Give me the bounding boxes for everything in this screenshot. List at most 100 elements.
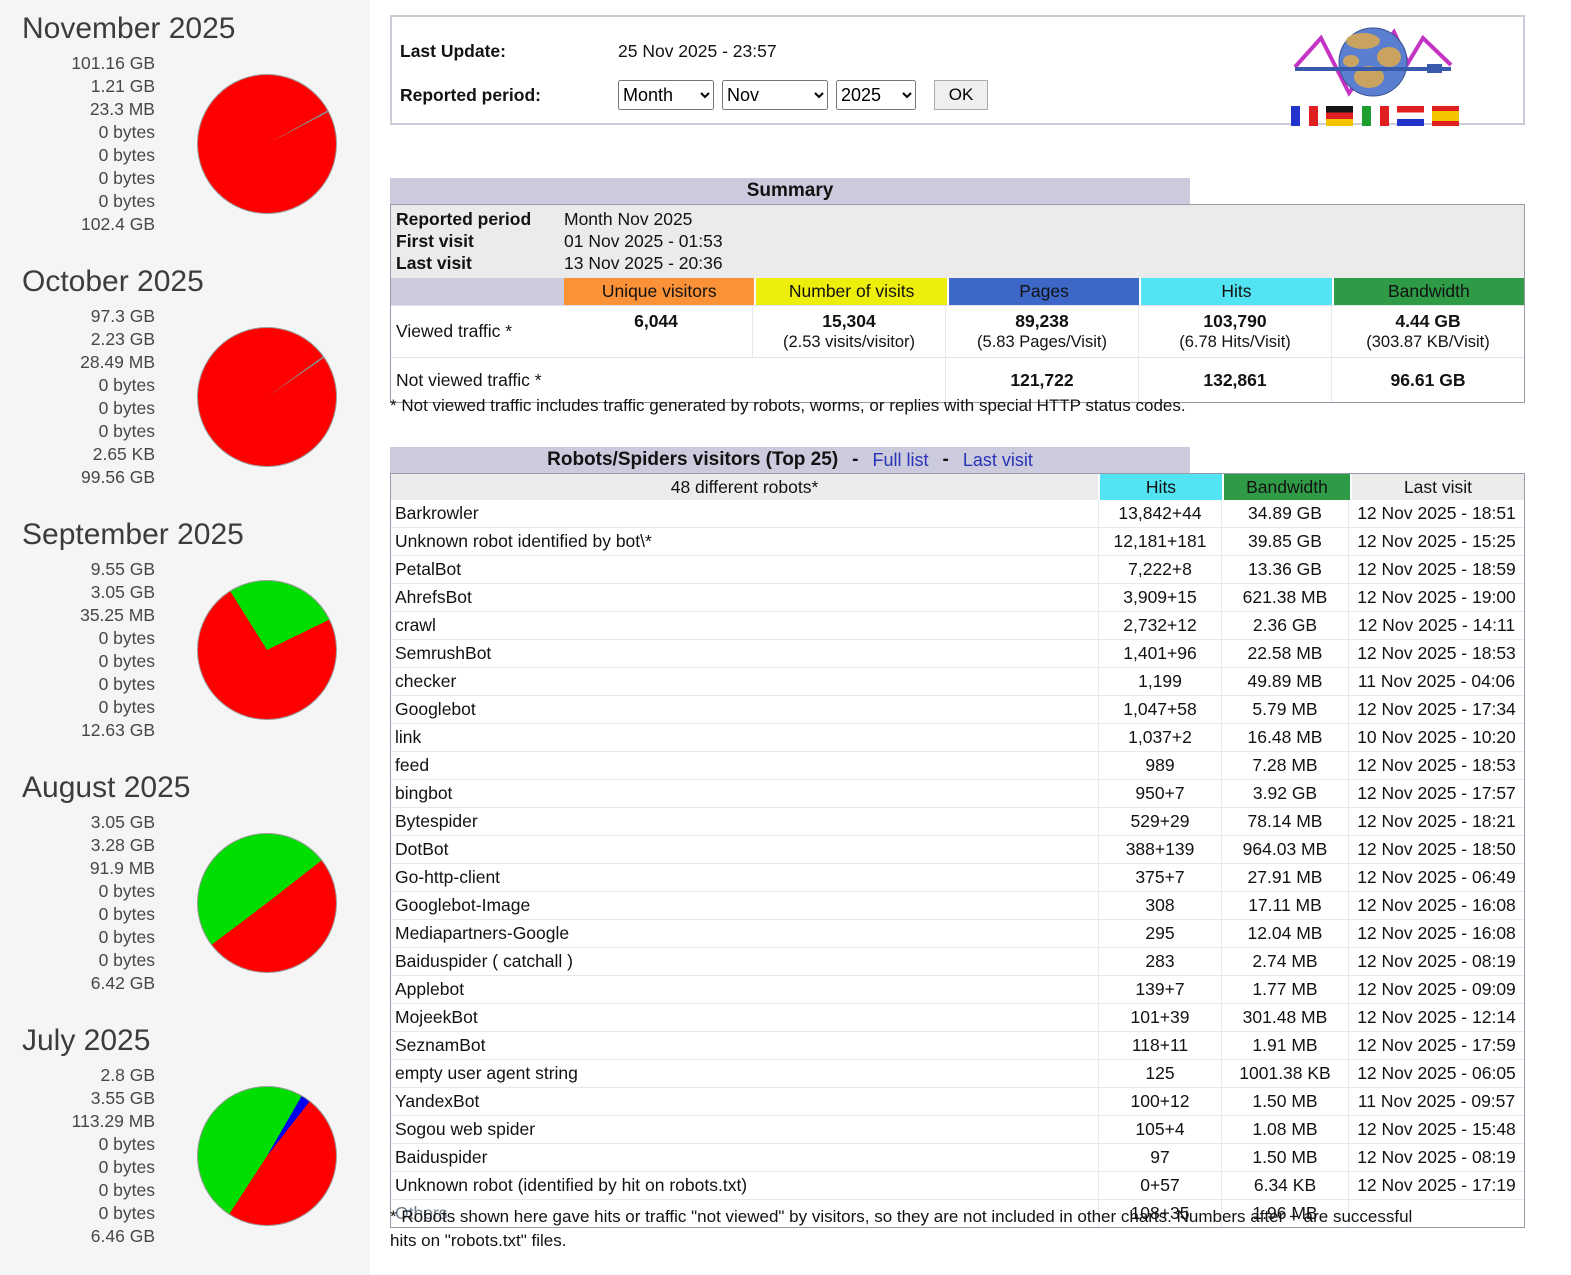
- robot-bandwidth: 17.11 MB: [1221, 892, 1348, 919]
- flag-spain-icon[interactable]: [1432, 106, 1459, 126]
- robot-row: Googlebot 1,047+58 5.79 MB 12 Nov 2025 -…: [391, 695, 1524, 723]
- ok-button[interactable]: OK: [934, 80, 988, 110]
- robot-row: YandexBot 100+12 1.50 MB 11 Nov 2025 - 0…: [391, 1087, 1524, 1115]
- robot-last-visit: 12 Nov 2025 - 15:25: [1348, 528, 1524, 555]
- robot-name: empty user agent string: [391, 1060, 1098, 1087]
- summary-column-header: Bandwidth: [1334, 278, 1524, 305]
- robot-last-visit: 11 Nov 2025 - 09:57: [1348, 1088, 1524, 1115]
- month-title: November 2025: [22, 12, 370, 46]
- robot-bandwidth: 1.08 MB: [1221, 1116, 1348, 1143]
- robots-title: Robots/Spiders visitors (Top 25): [547, 449, 838, 471]
- robot-bandwidth: 2.74 MB: [1221, 948, 1348, 975]
- period-year-select[interactable]: 2025: [836, 80, 916, 110]
- robot-name: feed: [391, 752, 1098, 779]
- robot-row: Baiduspider ( catchall ) 283 2.74 MB 12 …: [391, 947, 1524, 975]
- robot-bandwidth: 16.48 MB: [1221, 724, 1348, 751]
- month-values: 97.3 GB2.23 GB28.49 MB0 bytes0 bytes0 by…: [0, 305, 155, 489]
- month-title: August 2025: [22, 771, 370, 805]
- summary-reported-period-value: Month Nov 2025: [564, 208, 692, 230]
- robot-last-visit: 12 Nov 2025 - 17:59: [1348, 1032, 1524, 1059]
- robot-bandwidth: 49.89 MB: [1221, 668, 1348, 695]
- robot-bandwidth: 12.04 MB: [1221, 920, 1348, 947]
- month-value: 101.16 GB: [0, 52, 155, 75]
- month-value: 6.46 GB: [0, 1225, 155, 1248]
- robot-hits: 529+29: [1098, 808, 1221, 835]
- month-value: 6.42 GB: [0, 972, 155, 995]
- month-value: 3.55 GB: [0, 1087, 155, 1110]
- period-type-select[interactable]: Month: [618, 80, 714, 110]
- robot-bandwidth: 39.85 GB: [1221, 528, 1348, 555]
- robot-name: DotBot: [391, 836, 1098, 863]
- summary-table: Reported period Month Nov 2025 First vis…: [390, 204, 1525, 403]
- month-value: 113.29 MB: [0, 1110, 155, 1133]
- month-value: 0 bytes: [0, 903, 155, 926]
- robot-row: checker 1,199 49.89 MB 11 Nov 2025 - 04:…: [391, 667, 1524, 695]
- month-value: 0 bytes: [0, 190, 155, 213]
- month-values: 101.16 GB1.21 GB23.3 MB0 bytes0 bytes0 b…: [0, 52, 155, 236]
- robot-hits: 295: [1098, 920, 1221, 947]
- robot-bandwidth: 1.91 MB: [1221, 1032, 1348, 1059]
- robot-hits: 283: [1098, 948, 1221, 975]
- month-block: September 2025 9.55 GB3.05 GB35.25 MB0 b…: [0, 506, 370, 759]
- robot-name: Googlebot-Image: [391, 892, 1098, 919]
- month-title: October 2025: [22, 265, 370, 299]
- robot-row: feed 989 7.28 MB 12 Nov 2025 - 18:53: [391, 751, 1524, 779]
- month-values: 2.8 GB3.55 GB113.29 MB0 bytes0 bytes0 by…: [0, 1064, 155, 1248]
- robot-last-visit: 11 Nov 2025 - 04:06: [1348, 668, 1524, 695]
- robots-caption: Robots/Spiders visitors (Top 25) - Full …: [390, 447, 1190, 473]
- month-value: 0 bytes: [0, 121, 155, 144]
- month-value: 3.05 GB: [0, 811, 155, 834]
- robot-hits: 12,181+181: [1098, 528, 1221, 555]
- month-pie-chart: [197, 833, 337, 973]
- robot-last-visit: 12 Nov 2025 - 12:14: [1348, 1004, 1524, 1031]
- robots-rows: Barkrowler 13,842+44 34.89 GB 12 Nov 202…: [391, 500, 1524, 1227]
- robot-name: PetalBot: [391, 556, 1098, 583]
- robot-row: SeznamBot 118+11 1.91 MB 12 Nov 2025 - 1…: [391, 1031, 1524, 1059]
- month-value: 1.21 GB: [0, 75, 155, 98]
- flag-netherlands-icon[interactable]: [1397, 106, 1424, 126]
- robot-row: DotBot 388+139 964.03 MB 12 Nov 2025 - 1…: [391, 835, 1524, 863]
- robot-name: Baiduspider: [391, 1144, 1098, 1171]
- summary-header-spacer: [391, 278, 564, 305]
- robot-name: crawl: [391, 612, 1098, 639]
- robot-bandwidth: 1001.38 KB: [1221, 1060, 1348, 1087]
- robot-row: Sogou web spider 105+4 1.08 MB 12 Nov 20…: [391, 1115, 1524, 1143]
- full-list-link[interactable]: Full list: [872, 450, 928, 471]
- robots-name-header: 48 different robots*: [391, 474, 1098, 500]
- robot-name: Bytespider: [391, 808, 1098, 835]
- summary-column-header: Unique visitors: [564, 278, 754, 305]
- last-update-label: Last Update:: [400, 41, 618, 62]
- robots-last-visit-header: Last visit: [1352, 474, 1524, 500]
- awstats-page: November 2025 101.16 GB1.21 GB23.3 MB0 b…: [0, 0, 1571, 1275]
- robot-last-visit: 12 Nov 2025 - 17:19: [1348, 1172, 1524, 1199]
- last-visit-link[interactable]: Last visit: [963, 450, 1033, 471]
- month-value: 2.8 GB: [0, 1064, 155, 1087]
- robots-hits-header: Hits: [1100, 474, 1222, 500]
- period-month-select[interactable]: Nov: [722, 80, 828, 110]
- robot-last-visit: 12 Nov 2025 - 08:19: [1348, 1144, 1524, 1171]
- month-row: 101.16 GB1.21 GB23.3 MB0 bytes0 bytes0 b…: [0, 52, 370, 236]
- monthly-sidebar: November 2025 101.16 GB1.21 GB23.3 MB0 b…: [0, 0, 370, 1275]
- summary-first-visit-value: 01 Nov 2025 - 01:53: [564, 230, 723, 252]
- robot-row: MojeekBot 101+39 301.48 MB 12 Nov 2025 -…: [391, 1003, 1524, 1031]
- robot-bandwidth: 78.14 MB: [1221, 808, 1348, 835]
- month-value: 0 bytes: [0, 1156, 155, 1179]
- awstats-globe-icon: [1291, 25, 1459, 99]
- flag-italy-icon[interactable]: [1362, 106, 1389, 126]
- robot-hits: 308: [1098, 892, 1221, 919]
- month-value: 0 bytes: [0, 627, 155, 650]
- month-value: 0 bytes: [0, 1133, 155, 1156]
- robot-row: Baiduspider 97 1.50 MB 12 Nov 2025 - 08:…: [391, 1143, 1524, 1171]
- robot-last-visit: 12 Nov 2025 - 18:59: [1348, 556, 1524, 583]
- flag-france-icon[interactable]: [1291, 106, 1318, 126]
- month-value: 0 bytes: [0, 167, 155, 190]
- robot-row: Bytespider 529+29 78.14 MB 12 Nov 2025 -…: [391, 807, 1524, 835]
- awstats-logo: [1291, 25, 1461, 126]
- flag-germany-icon[interactable]: [1326, 106, 1353, 126]
- robot-bandwidth: 621.38 MB: [1221, 584, 1348, 611]
- robot-last-visit: 12 Nov 2025 - 14:11: [1348, 612, 1524, 639]
- month-block: November 2025 101.16 GB1.21 GB23.3 MB0 b…: [0, 0, 370, 253]
- viewed-unique-visitors: 6,044: [560, 306, 752, 357]
- viewed-traffic-row: Viewed traffic * 6,044 15,304 (2.53 visi…: [391, 305, 1524, 357]
- month-value: 0 bytes: [0, 420, 155, 443]
